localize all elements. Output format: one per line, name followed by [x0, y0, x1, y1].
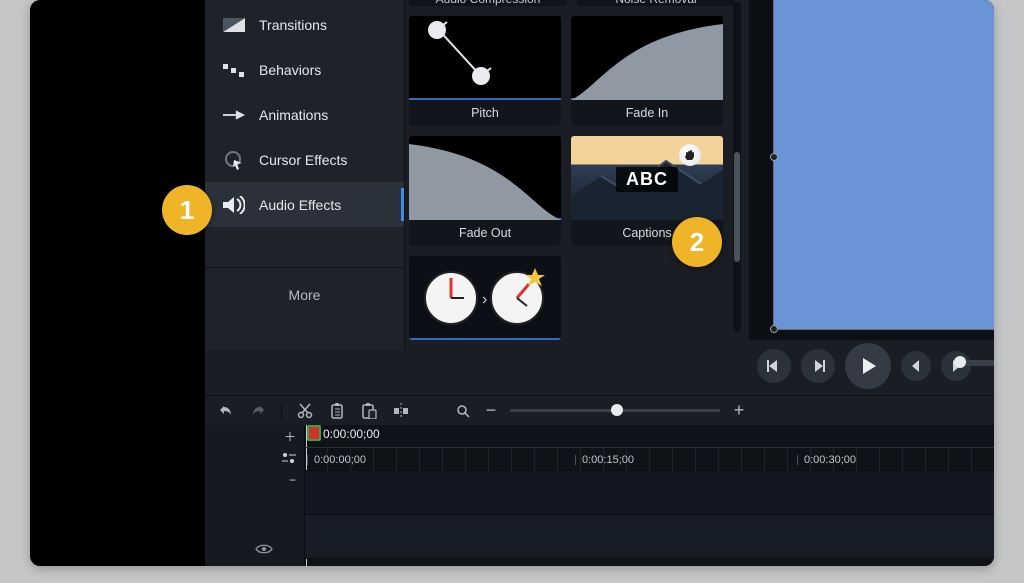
ruler-subticks	[305, 448, 994, 472]
sidebar-item-audio-effects[interactable]: Audio Effects	[205, 182, 404, 227]
playhead-marker[interactable]	[307, 425, 321, 441]
timeline-track-controls: ＋ −	[205, 425, 305, 566]
copy-button[interactable]	[328, 402, 346, 420]
play-button[interactable]	[845, 343, 891, 389]
effect-tile-fade-out[interactable]: Fade Out	[409, 136, 561, 246]
split-button[interactable]	[392, 402, 410, 420]
undo-button[interactable]	[217, 402, 235, 420]
sidebar-item-label: Audio Effects	[259, 197, 341, 213]
annotation-badge-2: 2	[672, 217, 722, 267]
zoom-search-icon	[454, 402, 472, 420]
captions-overlay-text: ABC	[616, 167, 678, 192]
sidebar-item-label: Animations	[259, 107, 328, 123]
timeline-toolbar: − +	[205, 395, 994, 425]
effect-label: Pitch	[409, 100, 561, 126]
ruler-tick: 0:00:15;00	[575, 448, 634, 472]
zoom-slider[interactable]	[510, 409, 720, 412]
zoom-in-button[interactable]: +	[730, 402, 748, 420]
timeline: ＋ − 0:00:00;00 0:00:00;00 0:00:15;00 0:0…	[205, 425, 994, 566]
sidebar: Transitions Behaviors Animations Cursor …	[205, 0, 405, 350]
app-frame: Transitions Behaviors Animations Cursor …	[30, 0, 994, 566]
sidebar-item-label: Behaviors	[259, 62, 321, 78]
effect-tile-pitch[interactable]: Pitch	[409, 16, 561, 126]
cut-button[interactable]	[296, 402, 314, 420]
effects-row-partial: Audio Compression Noise Removal	[409, 0, 735, 6]
paste-button[interactable]	[360, 402, 378, 420]
captions-thumb: ABC	[571, 136, 723, 220]
zoom-out-button[interactable]: −	[482, 402, 500, 420]
ruler-tick: 0:00:30;00	[797, 448, 856, 472]
add-track-button[interactable]: ＋	[205, 425, 304, 447]
audio-effects-icon	[223, 196, 245, 214]
grab-cursor-icon	[679, 144, 701, 166]
sidebar-item-transitions[interactable]: Transitions	[205, 2, 404, 47]
effect-label[interactable]: Noise Removal	[577, 0, 735, 6]
zoom-control: − +	[454, 402, 748, 420]
ruler-tick: 0:00:00;00	[307, 448, 366, 472]
effect-label: Fade Out	[409, 220, 561, 246]
sidebar-item-animations[interactable]: Animations	[205, 92, 404, 137]
clip-speed-thumb: ›	[409, 256, 561, 340]
cursor-effects-icon	[223, 151, 245, 169]
track-visibility-toggle[interactable]	[255, 542, 275, 560]
svg-text:›: ›	[482, 291, 487, 308]
resize-handle[interactable]	[770, 325, 778, 333]
sidebar-more[interactable]: More	[205, 267, 404, 322]
effect-label[interactable]: Audio Compression	[409, 0, 567, 6]
timeline-track[interactable]	[305, 515, 994, 559]
remove-track-button[interactable]: −	[205, 469, 304, 491]
sidebar-item-cursor-effects[interactable]: Cursor Effects	[205, 137, 404, 182]
behaviors-icon	[223, 61, 245, 79]
resize-handle[interactable]	[770, 153, 778, 161]
sidebar-item-behaviors[interactable]: Behaviors	[205, 47, 404, 92]
timeline-ruler[interactable]: 0:00:00;00 0:00:15;00 0:00:30;00	[305, 447, 994, 471]
animations-icon	[223, 106, 245, 124]
sidebar-item-label: Cursor Effects	[259, 152, 347, 168]
scrollbar-thumb[interactable]	[734, 152, 740, 262]
sidebar-more-label: More	[289, 287, 321, 303]
effect-tile-fade-in[interactable]: Fade In	[571, 16, 723, 126]
sidebar-item-label: Transitions	[259, 17, 327, 33]
pitch-thumb	[409, 16, 561, 100]
prev-frame-button[interactable]	[757, 349, 791, 383]
timeline-track[interactable]	[305, 471, 994, 515]
fade-in-thumb	[571, 16, 723, 100]
seek-slider[interactable]	[957, 360, 994, 366]
preview-canvas[interactable]	[773, 0, 994, 330]
app-window: Transitions Behaviors Animations Cursor …	[205, 0, 994, 566]
redo-button[interactable]	[249, 402, 267, 420]
prev-marker-button[interactable]	[901, 351, 931, 381]
next-frame-button[interactable]	[801, 349, 835, 383]
timecode-display: 0:00:00;00	[323, 427, 380, 441]
effects-scrollbar[interactable]	[733, 2, 741, 332]
timeline-area[interactable]: 0:00:00;00 0:00:00;00 0:00:15;00 0:00:30…	[305, 425, 994, 566]
effects-panel: Audio Compression Noise Removal Pitch Fa…	[409, 0, 745, 342]
transitions-icon	[223, 16, 245, 34]
annotation-badge-1: 1	[162, 185, 212, 235]
track-marker-button[interactable]	[205, 447, 304, 469]
effect-label: Fade In	[571, 100, 723, 126]
zoom-slider-thumb[interactable]	[611, 404, 623, 416]
effect-tile-clip-speed[interactable]: ›	[409, 256, 561, 340]
fade-out-thumb	[409, 136, 561, 220]
preview-pane	[749, 0, 994, 340]
